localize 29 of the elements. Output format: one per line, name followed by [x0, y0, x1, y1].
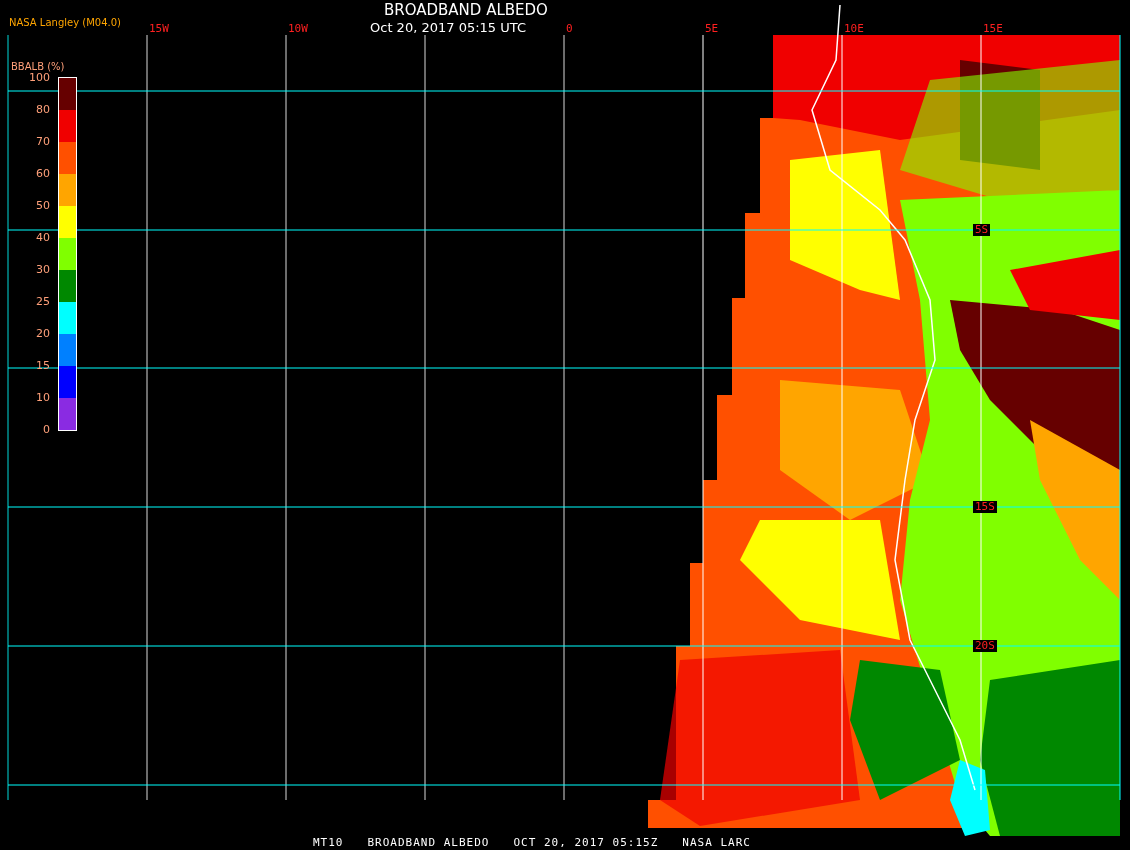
- footer-caption: BROADBAND ALBEDO: [367, 836, 490, 849]
- legend-tick-label: 40: [36, 231, 50, 244]
- footer-caption: MT10: [313, 836, 344, 849]
- legend-title: BBALB (%): [11, 61, 65, 72]
- latitude-label: 15S: [973, 501, 997, 513]
- legend-tick-label: 50: [36, 199, 50, 212]
- legend-tick-label: 70: [36, 135, 50, 148]
- longitude-label: 10E: [844, 23, 864, 35]
- legend-tick-label: 80: [36, 103, 50, 116]
- legend-tick-label: 15: [36, 359, 50, 372]
- map-title: BROADBAND ALBEDO: [384, 1, 548, 19]
- longitude-label: 15W: [149, 23, 169, 35]
- legend-tick-label: 100: [29, 71, 50, 84]
- longitude-label: 15E: [983, 23, 1003, 35]
- legend-tick-label: 30: [36, 263, 50, 276]
- legend-tick-label: 25: [36, 295, 50, 308]
- longitude-label: 5E: [705, 23, 719, 35]
- source-label: NASA Langley (M04.0): [9, 16, 121, 30]
- legend-tick-label: 20: [36, 327, 50, 340]
- legend-tick-label: 10: [36, 391, 50, 404]
- footer-caption: OCT 20, 2017 05:15Z: [513, 836, 659, 849]
- timestamp: Oct 20, 2017 05:15 UTC: [370, 20, 526, 36]
- latitude-label: 5S: [973, 224, 991, 236]
- legend-tick-label: 60: [36, 167, 50, 180]
- latitude-label: 20S: [973, 640, 997, 652]
- longitude-label: 0: [566, 23, 573, 35]
- footer-caption: NASA LARC: [682, 836, 751, 849]
- longitude-label: 10W: [288, 23, 308, 35]
- legend-tick-label: 0: [43, 423, 50, 436]
